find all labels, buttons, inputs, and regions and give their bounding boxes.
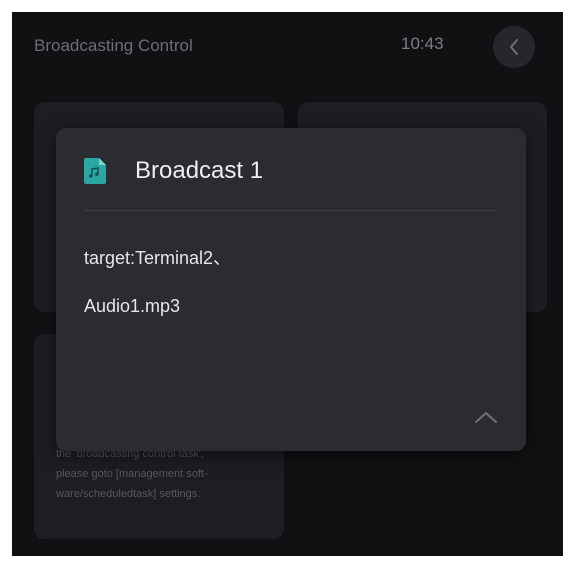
device-screen: Broadcasting Control 10:43 the 'broadcas… (12, 12, 563, 556)
target-terminal-text: target:Terminal2、 (84, 248, 232, 268)
popup-title: Broadcast 1 (135, 157, 264, 184)
scheduled-task-note: the 'broadcasting control task', please … (56, 444, 276, 504)
broadcast-detail-popup: Broadcast 1 target:Terminal2、 Audio1.mp3 (56, 128, 526, 451)
clock-time: 10:43 (401, 34, 444, 53)
note-line: please goto [management soft- (56, 468, 208, 480)
page-title: Broadcasting Control (34, 36, 193, 55)
collapse-button[interactable] (468, 404, 504, 430)
chevron-up-icon (475, 412, 497, 423)
chevron-left-icon (510, 39, 518, 55)
back-button[interactable] (493, 26, 535, 68)
note-line: ware/scheduledtask] settings. (56, 488, 201, 500)
popup-header: Broadcast 1 (84, 156, 498, 211)
audio-file-text: Audio1.mp3 (84, 296, 181, 316)
music-file-icon (84, 158, 106, 184)
